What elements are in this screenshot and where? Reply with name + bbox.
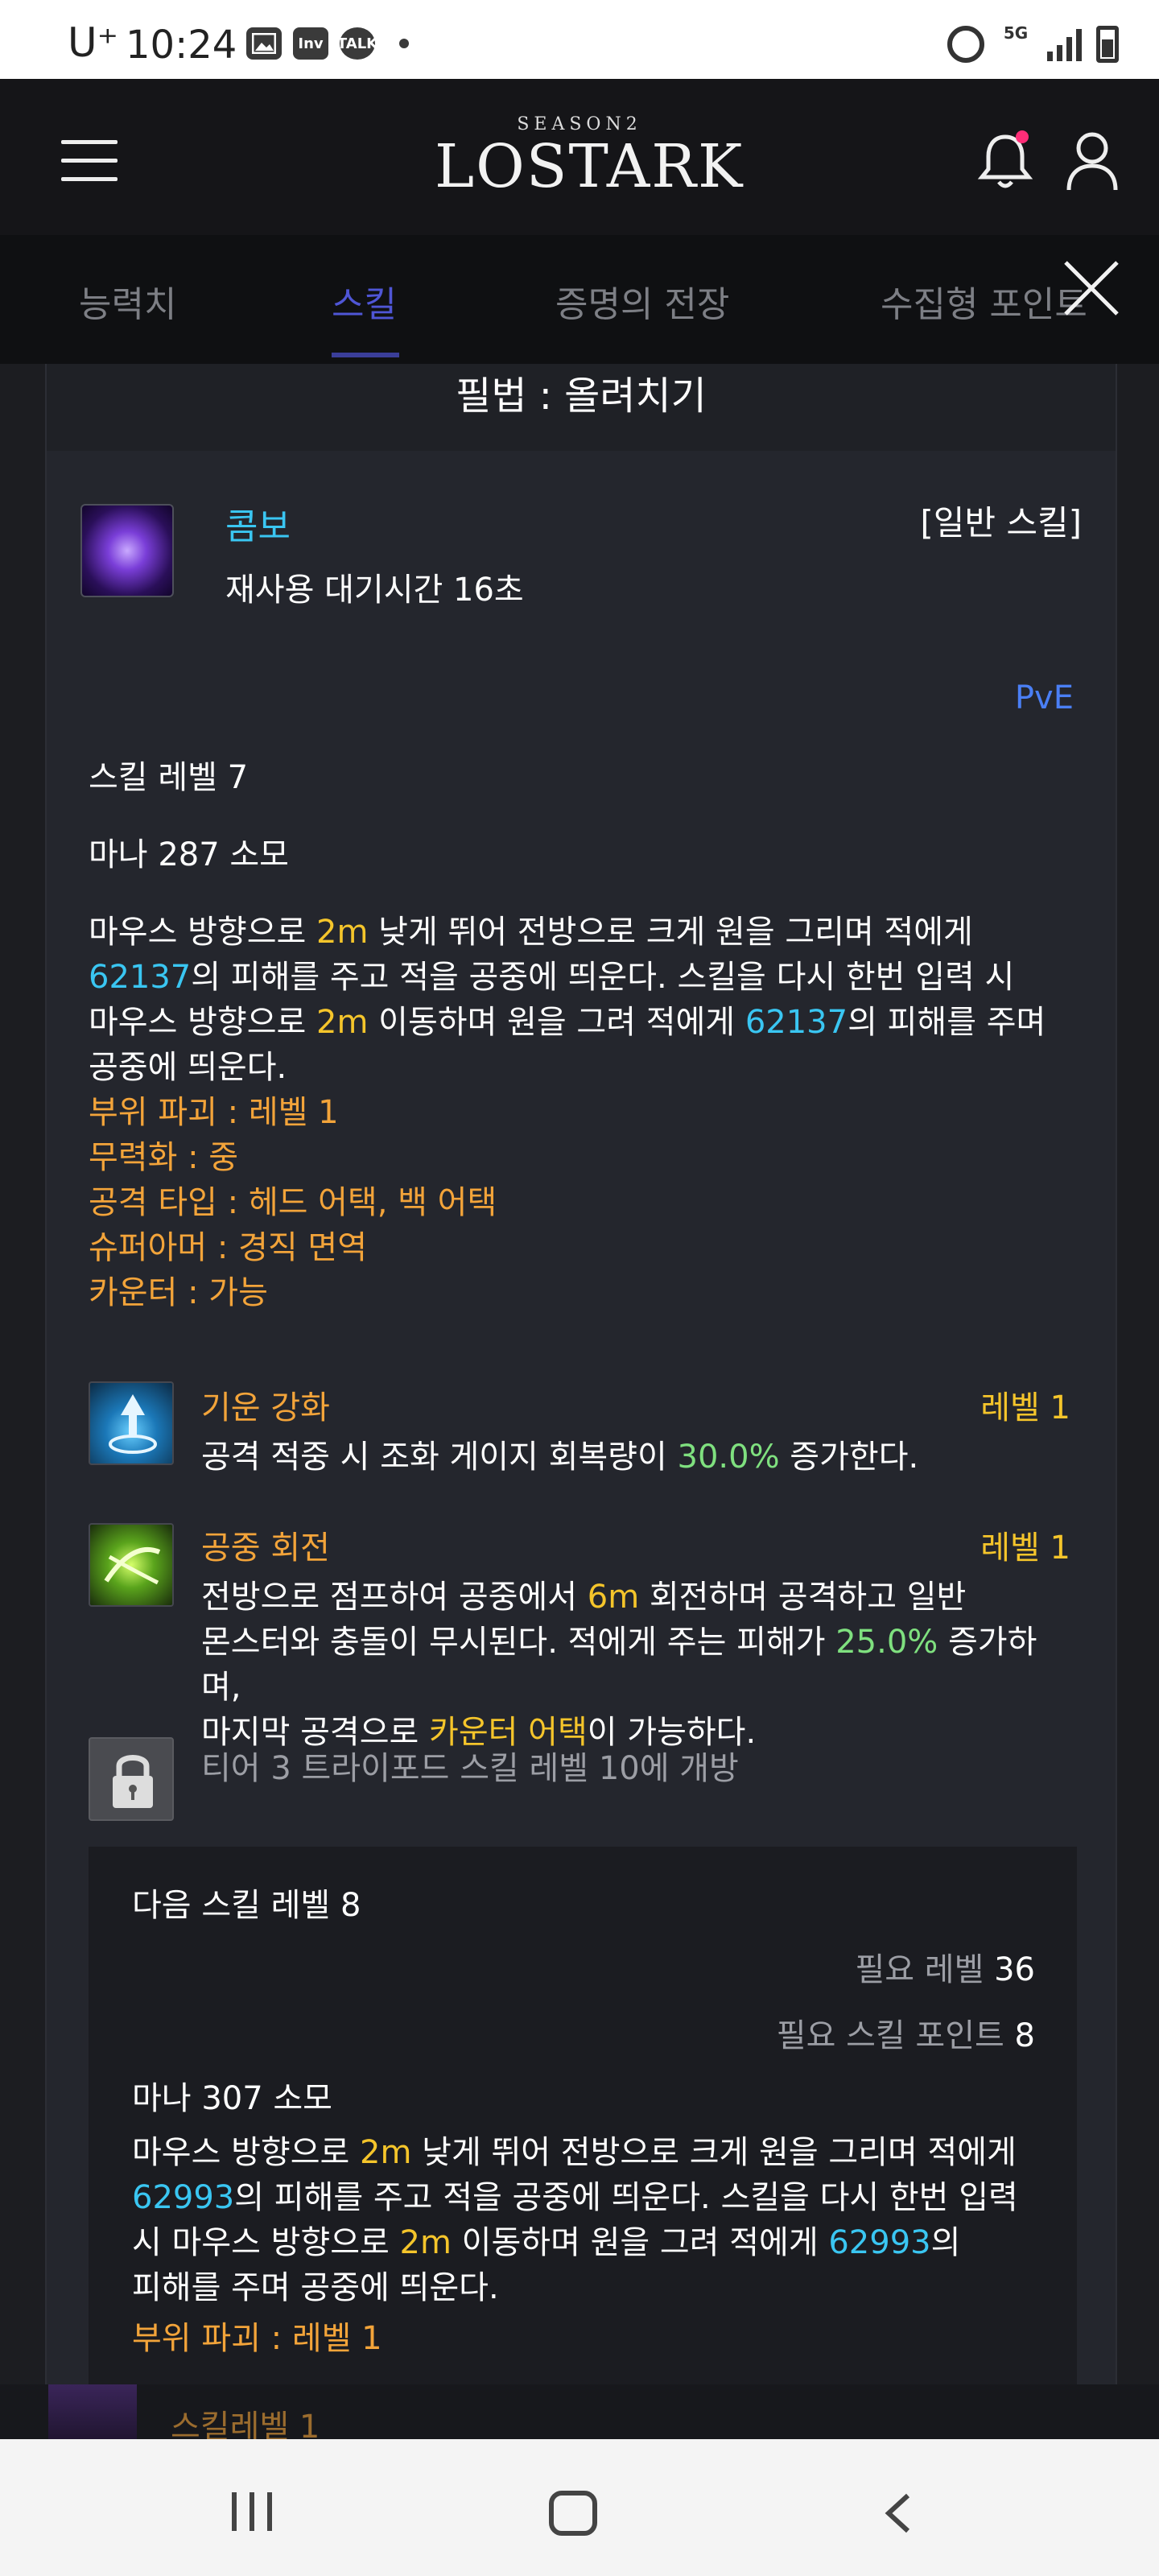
active-tab-indicator xyxy=(332,353,399,357)
tab-proving-grounds[interactable]: 증명의 전장 xyxy=(555,275,729,327)
more-notifications-dot xyxy=(399,39,409,48)
next-level-panel: 다음 스킬 레벨 8 필요 레벨 36 필요 스킬 포인트 8 마나 307 소… xyxy=(89,1847,1077,2384)
user-icon[interactable] xyxy=(1064,129,1120,193)
required-skill-points: 필요 스킬 포인트 8 xyxy=(776,2017,1035,2054)
close-icon[interactable] xyxy=(1061,258,1122,319)
attr-stagger: 무력화 : 중 xyxy=(89,1139,239,1176)
system-icons: 5G xyxy=(947,24,1119,64)
carrier-label: U⁺ xyxy=(68,19,118,66)
lostark-logo[interactable]: SEASON2 LOSTARK xyxy=(435,114,744,201)
tripod-name: 공중 회전 xyxy=(201,1530,330,1567)
skill-kind-label: [일반 스킬] xyxy=(920,503,1082,543)
recent-apps-icon[interactable] xyxy=(232,2492,272,2531)
tab-stats[interactable]: 능력치 xyxy=(79,275,176,327)
image-icon xyxy=(246,27,282,60)
attr-counter: 카운터 : 가능 xyxy=(89,1274,268,1311)
status-bar: U⁺ 10:24 Inv TALK 5G xyxy=(0,0,1159,79)
next-level-title: 다음 스킬 레벨 8 xyxy=(132,1887,361,1924)
next-mana-cost: 마나 307 소모 xyxy=(132,2080,332,2117)
tripod-name: 기운 강화 xyxy=(201,1389,330,1426)
modal-title: 필법 : 올려치기 xyxy=(47,364,1116,451)
tripod-level: 레벨 1 xyxy=(980,1530,1070,1567)
app-header: SEASON2 LOSTARK xyxy=(0,79,1159,235)
skill-level: 스킬 레벨 7 xyxy=(89,759,249,796)
bell-icon[interactable] xyxy=(977,130,1033,192)
back-icon[interactable] xyxy=(882,2492,914,2534)
logo-name: LOSTARK xyxy=(435,132,744,201)
attr-attack-type: 공격 타입 : 헤드 어택, 백 어택 xyxy=(89,1184,497,1221)
mode-label: PvE xyxy=(1014,679,1074,716)
skill-list-peek: 스킬레벨 1 xyxy=(0,2384,1159,2446)
required-level: 필요 레벨 36 xyxy=(855,1951,1035,1988)
next-skill-description: 마우스 방향으로 2m 낮게 뛰어 전방으로 크게 원을 그리며 적에게 629… xyxy=(132,2134,1018,2306)
skill-icon xyxy=(80,504,174,597)
mana-cost: 마나 287 소모 xyxy=(89,836,289,873)
signal-icon xyxy=(1047,27,1082,61)
network-icon: 5G xyxy=(1003,23,1029,43)
skill-list-icon xyxy=(48,2384,137,2441)
tripod-description: 전방으로 점프하여 공중에서 6m 회전하며 공격하고 일반 몬스터와 충돌이 … xyxy=(201,1579,1037,1751)
tripod-level: 레벨 1 xyxy=(980,1389,1070,1426)
next-attr-part-break: 부위 파괴 : 레벨 1 xyxy=(132,2320,382,2357)
skill-cooldown: 재사용 대기시간 16초 xyxy=(225,572,524,609)
notification-dot xyxy=(1016,130,1029,143)
skill-description: 마우스 방향으로 2m 낮게 뛰어 전방으로 크게 원을 그리며 적에게 621… xyxy=(89,914,1046,1086)
attr-part-break: 부위 파괴 : 레벨 1 xyxy=(89,1094,339,1131)
inven-icon: Inv xyxy=(293,27,328,60)
tripod-spin-icon xyxy=(89,1523,174,1607)
attr-super-armor: 슈퍼아머 : 경직 면역 xyxy=(89,1229,368,1266)
battery-icon xyxy=(1096,26,1119,63)
tab-collectibles[interactable]: 수집형 포인트 xyxy=(881,275,1087,327)
locked-tripod-text: 티어 3 트라이포드 스킬 레벨 10에 개방 xyxy=(201,1750,739,1787)
skill-type-label: 콤보 xyxy=(225,506,291,547)
tripod-description: 공격 적중 시 조화 게이지 회복량이 30.0% 증가한다. xyxy=(201,1439,919,1476)
talk-icon: TALK xyxy=(337,27,377,60)
clock: 10:24 xyxy=(126,23,237,68)
lock-icon xyxy=(89,1737,174,1821)
skill-detail-modal[interactable]: 필법 : 올려치기 콤보 [일반 스킬] 재사용 대기시간 16초 PvE 스킬… xyxy=(45,364,1117,2384)
notification-icons: Inv TALK xyxy=(246,27,409,60)
alarm-icon xyxy=(947,26,984,63)
tab-skills[interactable]: 스킬 xyxy=(332,275,397,327)
system-nav-bar xyxy=(0,2439,1159,2576)
profile-tabs: 능력치 스킬 증명의 전장 수집형 포인트 xyxy=(0,235,1159,364)
home-icon[interactable] xyxy=(549,2491,597,2536)
tripod-energy-icon xyxy=(89,1381,174,1465)
menu-icon[interactable] xyxy=(61,140,118,182)
skill-attributes: 부위 파괴 : 레벨 1 무력화 : 중 공격 타입 : 헤드 어택, 백 어택… xyxy=(89,1090,497,1315)
